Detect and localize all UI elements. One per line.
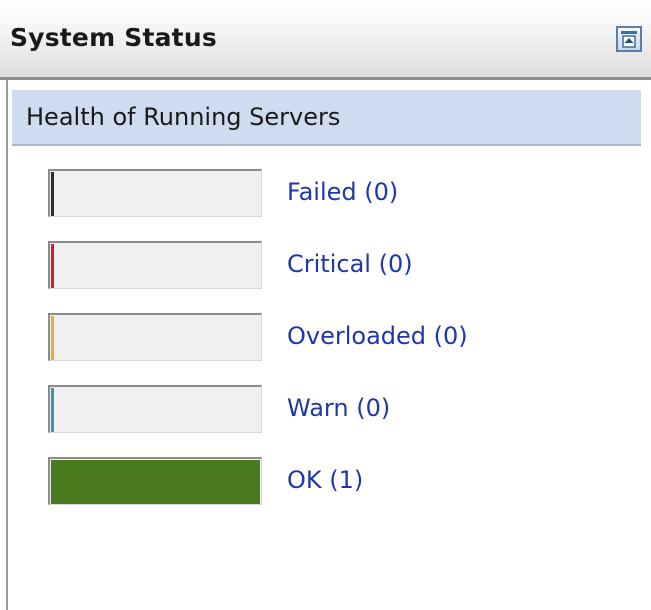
status-bar-fill	[51, 244, 54, 288]
status-count: (0)	[433, 322, 468, 350]
status-bar-fill	[51, 460, 260, 504]
status-row-overloaded: Overloaded (0)	[48, 313, 608, 361]
status-label: Critical	[287, 250, 371, 278]
status-row-warn: Warn (0)	[48, 385, 608, 433]
status-count: (0)	[364, 178, 399, 206]
status-bar-track	[48, 457, 262, 505]
panel-header: System Status	[0, 0, 651, 80]
status-bar-fill	[51, 316, 54, 360]
status-count: (0)	[378, 250, 413, 278]
status-bar-fill	[51, 172, 54, 216]
status-row-ok: OK (1)	[48, 457, 608, 505]
system-status-panel: System Status Health of Running Servers …	[0, 0, 651, 610]
status-bar-fill	[51, 388, 54, 432]
status-bar-track	[48, 313, 262, 361]
section-title: Health of Running Servers	[26, 103, 341, 131]
status-link-warn[interactable]: Warn (0)	[287, 394, 390, 422]
status-count: (1)	[329, 466, 364, 494]
status-bar-track	[48, 385, 262, 433]
status-link-overloaded[interactable]: Overloaded (0)	[287, 322, 468, 350]
status-link-failed[interactable]: Failed (0)	[287, 178, 398, 206]
panel-border	[6, 80, 8, 610]
status-row-failed: Failed (0)	[48, 169, 608, 217]
status-label: OK	[287, 466, 322, 494]
status-label: Overloaded	[287, 322, 427, 350]
status-label: Failed	[287, 178, 357, 206]
restore-window-icon-graphic	[621, 31, 637, 48]
status-link-critical[interactable]: Critical (0)	[287, 250, 413, 278]
status-label: Warn	[287, 394, 349, 422]
restore-window-icon[interactable]	[616, 26, 642, 52]
status-row-critical: Critical (0)	[48, 241, 608, 289]
status-link-ok[interactable]: OK (1)	[287, 466, 363, 494]
status-count: (0)	[356, 394, 391, 422]
panel-title: System Status	[10, 23, 217, 52]
section-header: Health of Running Servers	[12, 90, 641, 146]
status-bar-track	[48, 169, 262, 217]
status-bar-track	[48, 241, 262, 289]
